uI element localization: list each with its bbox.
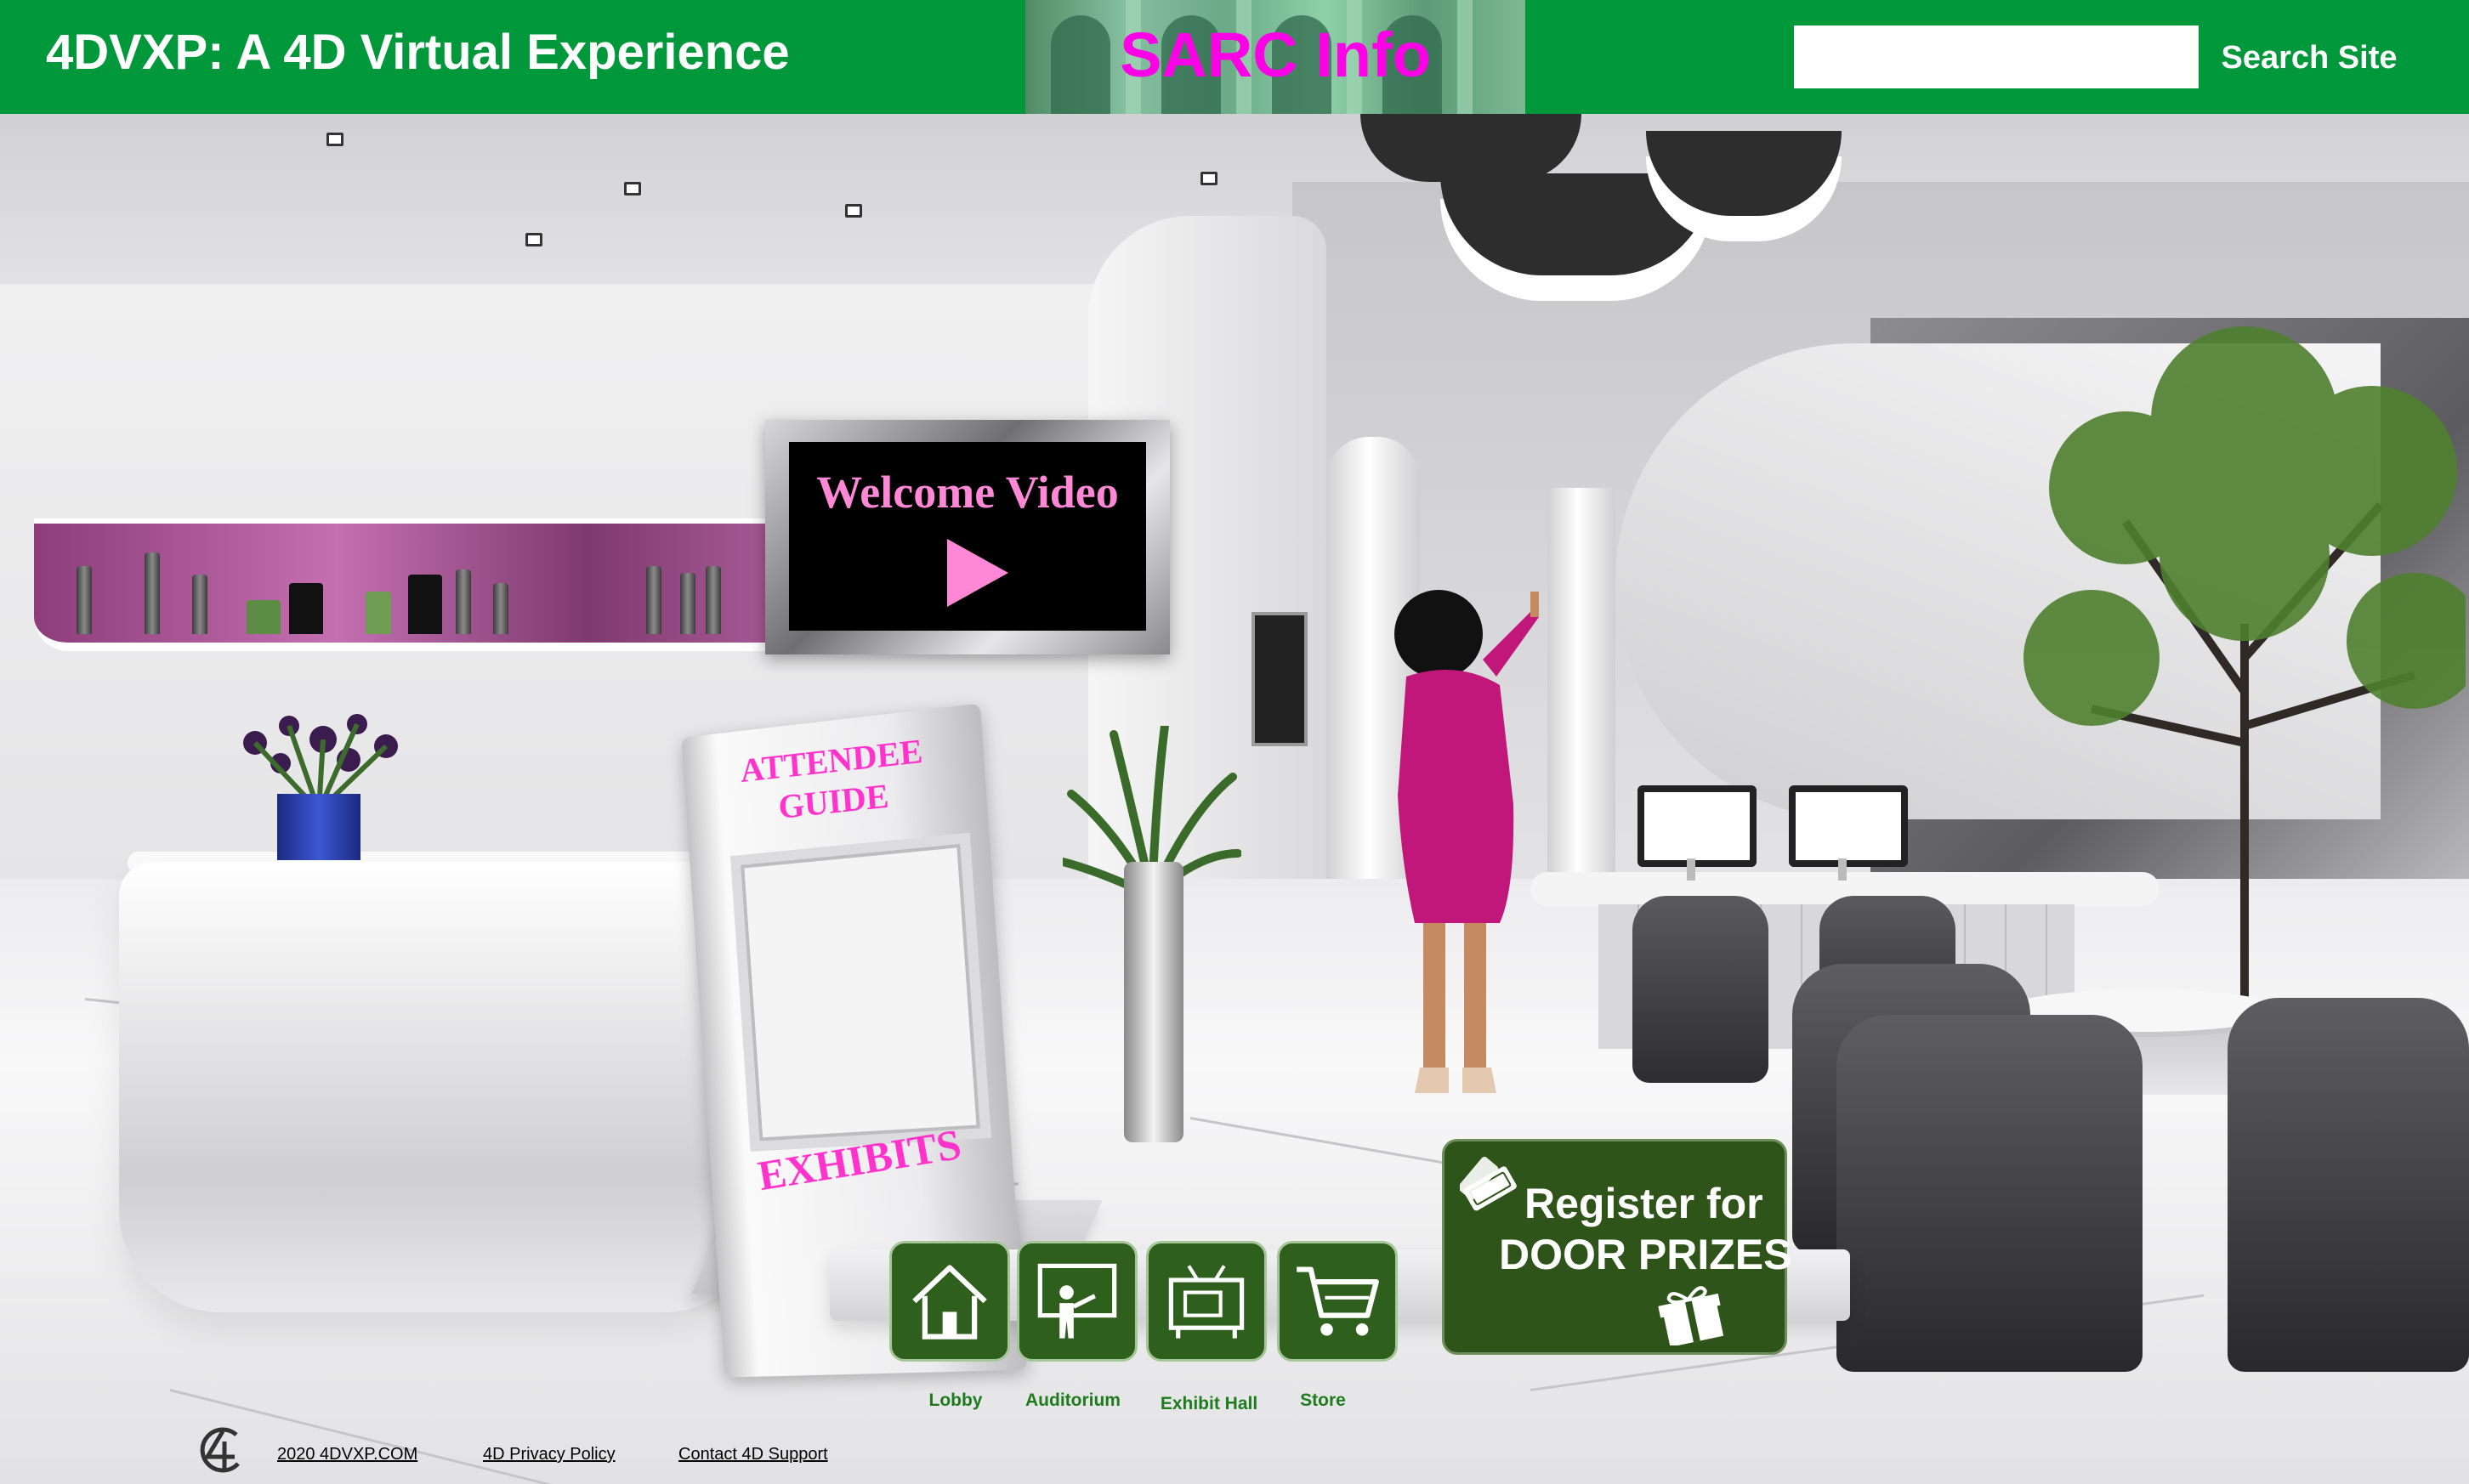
monitor-stand bbox=[1838, 858, 1847, 881]
store-button[interactable] bbox=[1277, 1241, 1398, 1362]
shopping-cart-icon bbox=[1293, 1257, 1382, 1345]
shelf-product bbox=[493, 583, 508, 634]
shelf-product bbox=[646, 566, 661, 634]
ceiling-light bbox=[525, 233, 542, 246]
welcome-video-screen[interactable]: Welcome Video bbox=[765, 420, 1170, 654]
site-title: 4DVXP: A 4D Virtual Experience bbox=[46, 24, 790, 81]
reception-desk bbox=[119, 862, 765, 1312]
contact-support-link[interactable]: Contact 4D Support bbox=[678, 1445, 828, 1464]
shelf-product bbox=[680, 573, 695, 634]
shelf-product bbox=[77, 566, 92, 634]
4d-logo-icon bbox=[197, 1425, 245, 1474]
register-door-prizes-button[interactable]: Register for DOOR PRIZES bbox=[1442, 1139, 1787, 1355]
door-prizes-line1: Register for bbox=[1524, 1179, 1763, 1228]
shelf-product bbox=[408, 575, 442, 634]
welcome-video-title: Welcome Video bbox=[789, 466, 1146, 518]
shelf-product bbox=[289, 583, 323, 634]
wall-monitor bbox=[1252, 612, 1308, 746]
sarc-info-banner[interactable]: SARC Info bbox=[1025, 0, 1525, 114]
gift-icon bbox=[1657, 1283, 1725, 1345]
search-site-button[interactable]: Search Site bbox=[2199, 25, 2420, 88]
attendee-guide-link[interactable]: ATTENDEE GUIDE bbox=[683, 724, 987, 837]
header-bar: 4DVXP: A 4D Virtual Experience SARC Info… bbox=[0, 0, 2469, 114]
exhibit-booth-icon bbox=[1162, 1257, 1251, 1345]
shelf-product bbox=[706, 566, 721, 634]
shelf-product bbox=[192, 575, 207, 634]
ceiling-light bbox=[624, 182, 641, 195]
ticket-icon bbox=[1460, 1157, 1521, 1218]
guide-display-panel bbox=[730, 833, 991, 1152]
monitor-stand bbox=[1687, 858, 1695, 881]
virtual-host-avatar bbox=[1364, 583, 1542, 1110]
nav-label-auditorium[interactable]: Auditorium bbox=[1005, 1391, 1141, 1411]
presenter-icon bbox=[1033, 1257, 1121, 1345]
door-prizes-line2: DOOR PRIZES bbox=[1499, 1230, 1791, 1279]
shelf-product bbox=[145, 552, 160, 634]
flower-vase bbox=[277, 794, 360, 860]
desk-chair bbox=[1632, 896, 1768, 1083]
exhibit-hall-button[interactable] bbox=[1146, 1241, 1267, 1362]
ceiling-light bbox=[845, 204, 862, 218]
shelf-product bbox=[456, 569, 471, 634]
auditorium-button[interactable] bbox=[1017, 1241, 1138, 1362]
nav-label-store[interactable]: Store bbox=[1255, 1391, 1391, 1411]
shelf-product bbox=[247, 600, 281, 634]
play-icon[interactable] bbox=[947, 539, 1008, 607]
lounge-chair bbox=[1836, 1015, 2143, 1372]
copyright-link[interactable]: 2020 4DVXP.COM bbox=[277, 1445, 417, 1464]
ceiling-light bbox=[326, 133, 343, 146]
home-icon bbox=[905, 1257, 994, 1345]
shelf-product bbox=[366, 592, 391, 634]
privacy-policy-link[interactable]: 4D Privacy Policy bbox=[483, 1445, 616, 1464]
desk-monitor bbox=[1637, 785, 1757, 867]
lounge-chair bbox=[2228, 998, 2469, 1372]
nav-label-lobby[interactable]: Lobby bbox=[888, 1391, 1024, 1411]
video-display: Welcome Video bbox=[789, 442, 1146, 631]
search-input[interactable] bbox=[1794, 25, 2199, 88]
plant-pot bbox=[1124, 862, 1183, 1142]
pendant-lamp bbox=[1360, 114, 1581, 182]
ceiling-light bbox=[1200, 172, 1217, 185]
sarc-info-text: SARC Info bbox=[1025, 19, 1525, 91]
lobby-button[interactable] bbox=[889, 1241, 1010, 1362]
desk-monitor bbox=[1789, 785, 1908, 867]
